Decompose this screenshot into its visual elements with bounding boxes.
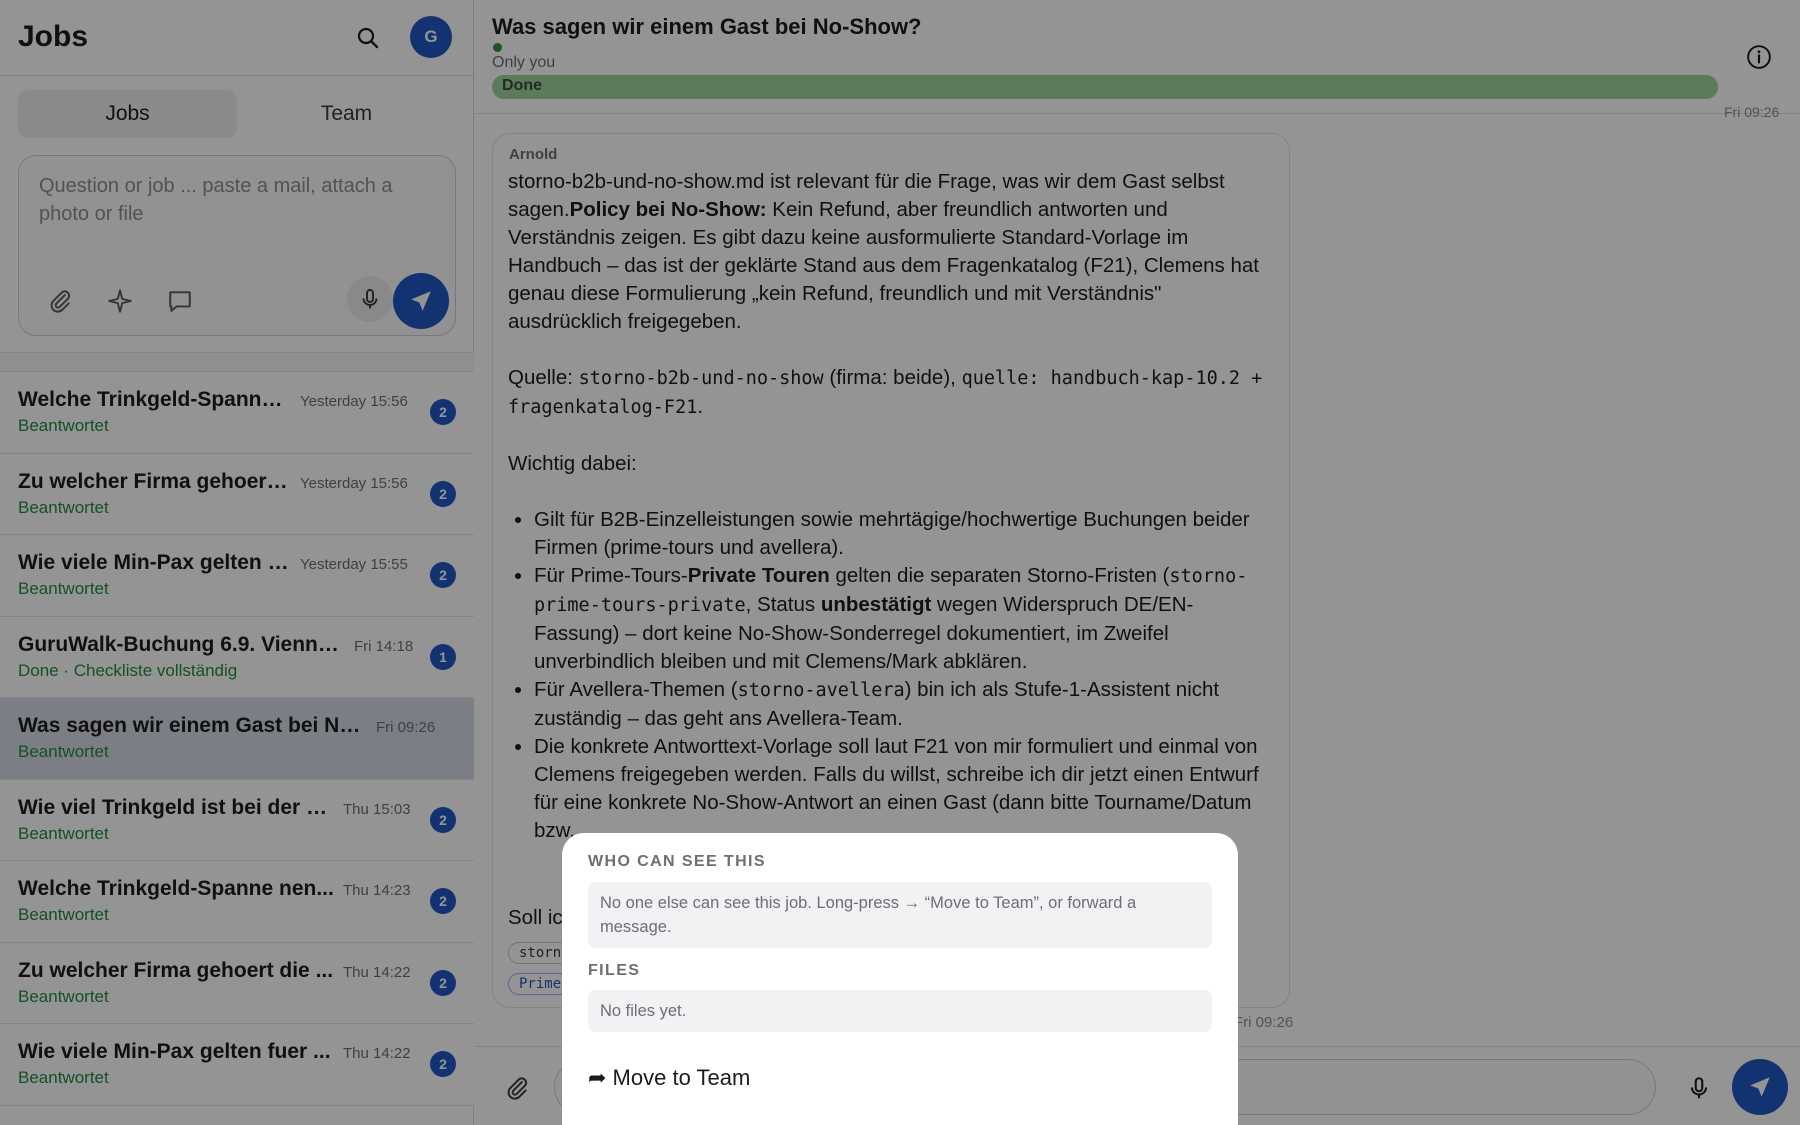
move-to-team-button[interactable]: ➦ Move to Team (588, 1065, 750, 1091)
who-can-see-text: No one else can see this job. Long-press… (588, 882, 1212, 948)
who-can-see-heading: WHO CAN SEE THIS (588, 853, 766, 870)
job-info-sheet: WHO CAN SEE THIS No one else can see thi… (562, 833, 1238, 1125)
files-heading: FILES (588, 962, 641, 979)
files-text: No files yet. (588, 990, 1212, 1032)
